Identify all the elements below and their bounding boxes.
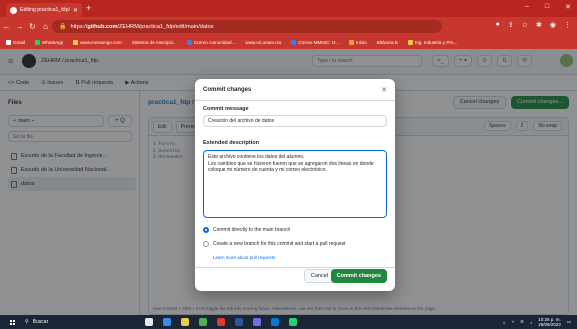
- url-prefix: https://: [70, 23, 88, 30]
- windows-start-icon[interactable]: [10, 319, 15, 325]
- address-bar-row: ← → ↻ ⌂ 🔒 https://github.com/ZEHRM/pract…: [0, 17, 577, 36]
- new-tab-icon[interactable]: +: [86, 3, 91, 13]
- radio-selected-icon[interactable]: [203, 227, 209, 233]
- chrome-icon[interactable]: [199, 318, 207, 326]
- dialog-title: Commit changes: [203, 87, 252, 93]
- radio-unselected-icon[interactable]: [203, 241, 209, 247]
- bookmark-star-icon[interactable]: ☆: [522, 21, 528, 29]
- learn-more-link[interactable]: Learn more about pull requests: [213, 255, 275, 260]
- close-window-icon[interactable]: ✕: [565, 3, 571, 11]
- volume-icon[interactable]: ♪: [530, 320, 532, 325]
- bookmark-item[interactable]: Gmail: [6, 40, 25, 45]
- clock[interactable]: 10:28 p. m. 28/06/2023: [538, 317, 561, 327]
- task-view-icon[interactable]: [145, 318, 153, 326]
- bookmark-item[interactable]: Inicio: [348, 40, 367, 45]
- puzzle-icon[interactable]: ✱: [536, 21, 542, 29]
- close-icon[interactable]: ✕: [381, 86, 387, 94]
- bookmark-item[interactable]: WhatsApp: [35, 40, 63, 45]
- taskbar-search[interactable]: ⚲ Buscar: [25, 319, 85, 325]
- radio-commit-direct[interactable]: Commit directly to the main branch: [203, 227, 290, 233]
- edge-icon[interactable]: [271, 318, 279, 326]
- github-favicon-icon: [10, 6, 17, 14]
- commit-message-input[interactable]: Creación del archivo de datos: [203, 115, 387, 127]
- radio-label: Commit directly to the main branch: [213, 227, 291, 233]
- extension-icon[interactable]: ●: [496, 21, 500, 29]
- forward-icon[interactable]: →: [13, 22, 26, 31]
- close-tab-icon[interactable]: ✕: [73, 7, 78, 14]
- url-host: github.com: [87, 23, 118, 30]
- whatsapp-icon[interactable]: [289, 318, 297, 326]
- word-icon[interactable]: [235, 318, 243, 326]
- commit-message-label: Commit message: [203, 106, 249, 112]
- taskbar: ⚲ Buscar ☼ ^ ≋ ♪ 10:28 p. m. 28/06/2023 ▭: [0, 315, 577, 329]
- minimize-icon[interactable]: –: [525, 3, 529, 11]
- url-path: /ZEHRM/practica1_fdp/edit/main/datos: [117, 23, 214, 30]
- bookmarks-bar: Gmail WhatsApp www.meraongo.com Sistema …: [0, 36, 577, 49]
- folder-icon[interactable]: [181, 318, 189, 326]
- tab-title: Editing practica1_fdp/datos at m: [20, 7, 70, 13]
- menu-icon[interactable]: ⋮: [564, 21, 571, 29]
- weather-icon[interactable]: ☼: [502, 320, 506, 325]
- share-icon[interactable]: ⇪: [508, 21, 514, 29]
- maximize-icon[interactable]: □: [545, 3, 549, 11]
- wifi-icon[interactable]: ≋: [520, 319, 524, 325]
- extended-description-textarea[interactable]: Este archivo contiene los datos del alum…: [203, 150, 387, 218]
- taskbar-apps: [145, 318, 297, 326]
- back-icon[interactable]: ←: [0, 22, 13, 31]
- browser-tab[interactable]: Editing practica1_fdp/datos at m ✕: [6, 3, 82, 17]
- bookmark-item[interactable]: Bitácora E: [377, 40, 398, 45]
- bookmark-item[interactable]: Correo MMNIC: H...: [291, 40, 339, 45]
- radio-new-branch[interactable]: Create a new branch for this commit and …: [203, 241, 346, 247]
- acrobat-icon[interactable]: [217, 318, 225, 326]
- bookmark-item[interactable]: www.mi.unam.mx: [245, 40, 281, 45]
- commit-button[interactable]: Commit changes: [330, 269, 387, 283]
- tab-strip: Editing practica1_fdp/datos at m ✕ + – □…: [0, 0, 577, 17]
- notification-icon[interactable]: ▭: [567, 319, 571, 325]
- browser-toolbar-icons: ● ⇪ ☆ ✱ ◉ ⋮: [496, 21, 571, 29]
- window-controls: – □ ✕: [525, 3, 571, 11]
- commit-dialog: Commit changes ✕ Commit message Creación…: [195, 79, 395, 291]
- file-explorer-icon[interactable]: [163, 318, 171, 326]
- divider: [195, 100, 395, 101]
- home-icon[interactable]: ⌂: [39, 22, 52, 31]
- bookmark-item[interactable]: Ing. Industria y Pro...: [407, 40, 457, 45]
- reload-icon[interactable]: ↻: [26, 22, 39, 31]
- bookmark-item[interactable]: Correo comunidad...: [186, 40, 235, 45]
- search-icon: ⚲: [25, 319, 29, 325]
- bookmark-item[interactable]: Sistema de Inscripci...: [132, 40, 177, 45]
- profile-icon[interactable]: ◉: [550, 21, 556, 29]
- bookmark-item[interactable]: www.meraongo.com: [73, 40, 122, 45]
- radio-label: Create a new branch for this commit and …: [213, 241, 346, 247]
- url-bar[interactable]: 🔒 https://github.com/ZEHRM/practica1_fdp…: [52, 20, 442, 33]
- teams-icon[interactable]: [253, 318, 261, 326]
- extended-description-label: Extended description: [203, 140, 259, 146]
- chevron-up-icon[interactable]: ^: [512, 320, 514, 325]
- lock-icon: 🔒: [59, 24, 67, 30]
- divider: [195, 267, 395, 268]
- system-tray: ☼ ^ ≋ ♪ 10:28 p. m. 28/06/2023 ▭: [502, 317, 571, 327]
